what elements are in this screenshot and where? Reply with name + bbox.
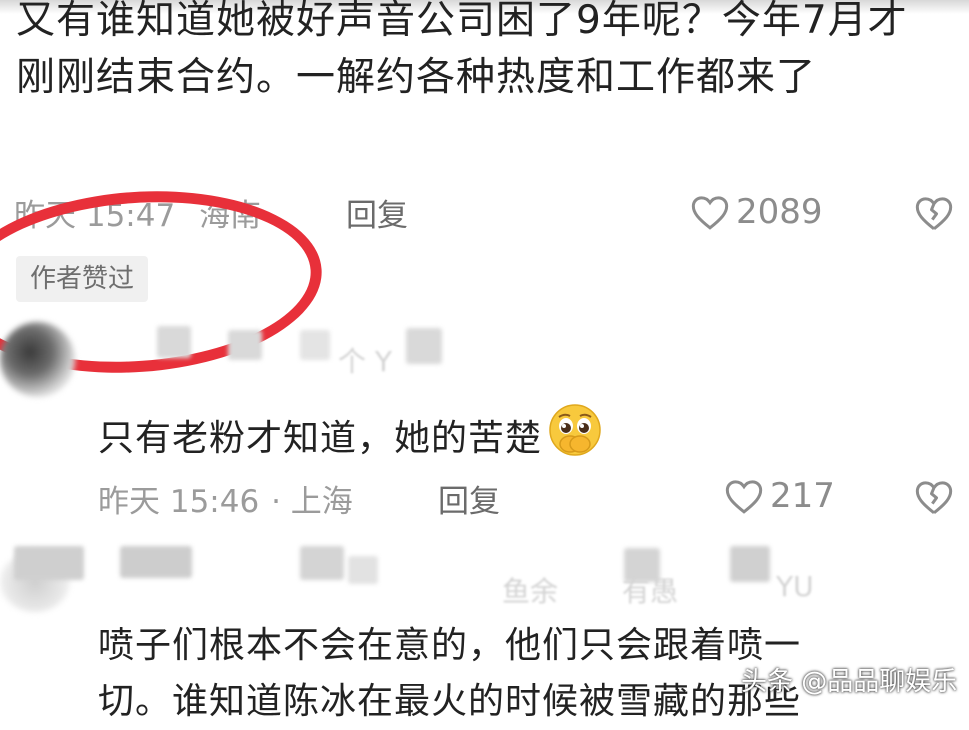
like-count: 217 — [770, 476, 835, 516]
username[interactable]: 个 Y — [338, 340, 392, 380]
username-blur — [348, 556, 378, 584]
like-count: 2089 — [736, 192, 823, 232]
username-blur — [14, 546, 84, 580]
broken-heart-icon — [914, 478, 954, 516]
username-blur — [228, 330, 262, 360]
username[interactable]: 有愚 — [622, 570, 678, 610]
comment-text: 又有谁知道她被好声音公司困了9年呢？今年7月才刚刚结束合约。一解约各种热度和工作… — [16, 0, 908, 100]
dislike-button[interactable] — [914, 194, 954, 232]
username-blur — [300, 546, 344, 580]
username-blur — [730, 546, 770, 582]
username[interactable]: YU — [776, 570, 814, 603]
username-blur — [406, 328, 442, 364]
reply-button[interactable]: 回复 — [438, 476, 500, 521]
comment-text: 只有老粉才知道，她的苦楚 — [98, 402, 604, 467]
username-blur — [300, 330, 330, 360]
username-blur — [120, 546, 192, 578]
watermark: 头条 @品品聊娱乐 — [741, 667, 958, 697]
broken-heart-icon — [914, 194, 954, 232]
avatar[interactable] — [0, 322, 75, 397]
dislike-button[interactable] — [914, 478, 954, 516]
comment-time: 昨天 15:46 — [98, 484, 260, 520]
like-button[interactable]: 217 — [724, 476, 835, 516]
pleading-face-icon — [546, 402, 604, 467]
comment-meta: 昨天 15:46 · 上海 — [98, 484, 353, 520]
reply-button[interactable]: 回复 — [346, 190, 408, 235]
heart-icon — [690, 193, 730, 231]
username-blur — [157, 326, 191, 358]
comment-location: 上海 — [290, 484, 353, 520]
like-button[interactable]: 2089 — [690, 192, 823, 232]
comment-body: 只有老粉才知道，她的苦楚 — [98, 417, 543, 459]
username[interactable]: 鱼余 — [502, 570, 558, 610]
heart-icon — [724, 477, 764, 515]
